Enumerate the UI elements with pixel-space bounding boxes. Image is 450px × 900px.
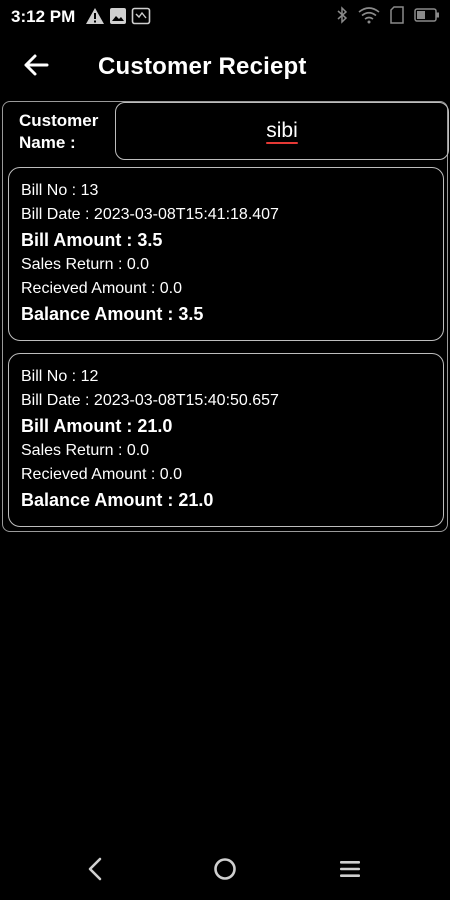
balance-amount: Balance Amount : 21.0 xyxy=(21,490,214,510)
bill-card[interactable]: Bill No : 13 Bill Date : 2023-03-08T15:4… xyxy=(8,167,444,341)
nav-home-button[interactable] xyxy=(203,854,247,888)
sim-icon xyxy=(390,6,404,24)
bill-date: Bill Date : 2023-03-08T15:41:18.407 xyxy=(21,206,279,223)
status-bar: 3:12 PM xyxy=(0,0,450,34)
battery-icon xyxy=(414,7,440,23)
customer-label-line1: Customer xyxy=(19,111,99,130)
bill-no: Bill No : 13 xyxy=(21,182,99,199)
nav-menu-button[interactable] xyxy=(328,854,372,888)
bill-date: Bill Date : 2023-03-08T15:40:50.657 xyxy=(21,392,279,409)
status-time: 3:12 PM xyxy=(11,7,76,26)
sales-return: Sales Return : 0.0 xyxy=(21,442,150,459)
received-amount: Recieved Amount : 0.0 xyxy=(21,466,182,483)
customer-label-line2: Name : xyxy=(19,133,76,152)
status-notification-icons xyxy=(85,7,151,25)
received-amount: Recieved Amount : 0.0 xyxy=(21,280,182,297)
balance-amount: Balance Amount : 3.5 xyxy=(21,304,204,324)
sales-return: Sales Return : 0.0 xyxy=(21,256,150,273)
warning-icon xyxy=(85,7,105,25)
gallery-icon xyxy=(131,7,151,25)
wifi-icon xyxy=(358,6,380,24)
customer-name-value: sibi xyxy=(266,119,298,142)
back-button[interactable] xyxy=(16,52,56,82)
customer-name-label: Customer Name : xyxy=(19,110,114,154)
customer-name-field[interactable]: sibi xyxy=(115,102,449,160)
page-title: Customer Reciept xyxy=(98,53,307,80)
system-nav-bar xyxy=(0,840,450,900)
bill-amount: Bill Amount : 21.0 xyxy=(21,416,173,436)
bill-card[interactable]: Bill No : 12 Bill Date : 2023-03-08T15:4… xyxy=(8,353,444,527)
bill-amount: Bill Amount : 3.5 xyxy=(21,230,163,250)
receipt-panel: Customer Name : sibi Bill No : 13 Bill D… xyxy=(2,101,449,532)
nav-home-icon xyxy=(213,857,237,886)
image-icon xyxy=(109,7,127,25)
nav-back-button[interactable] xyxy=(73,854,117,888)
nav-menu-icon xyxy=(339,859,361,884)
bluetooth-icon xyxy=(336,6,348,24)
arrow-left-icon xyxy=(23,53,49,82)
bill-no: Bill No : 12 xyxy=(21,368,99,385)
app-bar: Customer Reciept xyxy=(0,40,450,96)
nav-back-icon xyxy=(87,857,103,886)
status-system-icons xyxy=(336,6,440,24)
